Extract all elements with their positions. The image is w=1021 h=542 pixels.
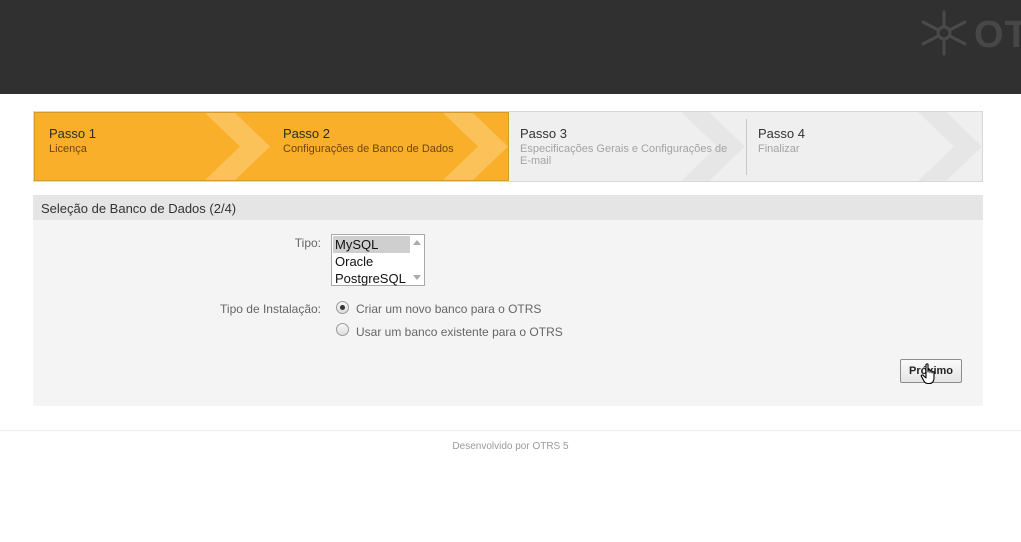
scroll-down-arrow-icon[interactable] [413, 275, 421, 280]
otrs-logo: OTRS [918, 8, 1021, 58]
scroll-up-arrow-icon[interactable] [413, 240, 421, 245]
step-title: Passo 4 [758, 126, 805, 141]
step-2: Passo 2 Configurações de Banco de Dados [272, 112, 509, 181]
top-header: OTRS [0, 0, 1021, 94]
select-scrollbar[interactable] [410, 235, 424, 285]
panel-title: Seleção de Banco de Dados (2/4) [41, 201, 237, 216]
radio-use-existing-db-label[interactable]: Usar um banco existente para o OTRS [356, 325, 563, 339]
panel-header: Seleção de Banco de Dados (2/4) [33, 195, 983, 220]
database-type-select[interactable]: MySQL Oracle PostgreSQL [331, 234, 425, 286]
wizard-steps: Passo 1 Licença Passo 2 Configurações de… [33, 111, 983, 182]
step-subtitle-line1: Especificações Gerais e Configurações de [520, 143, 728, 155]
radio-create-new-db[interactable] [336, 301, 349, 314]
step-subtitle: Licença [49, 143, 87, 155]
step-3: Passo 3 Especificações Gerais e Configur… [509, 112, 746, 181]
step-subtitle: Finalizar [758, 143, 800, 155]
step-title: Passo 2 [283, 126, 330, 141]
step-subtitle: Configurações de Banco de Dados [283, 143, 454, 155]
radio-create-new-db-label[interactable]: Criar um novo banco para o OTRS [356, 302, 541, 316]
step-title: Passo 3 [520, 126, 567, 141]
radio-use-existing-db[interactable] [336, 323, 349, 336]
hand-pointer-icon [920, 363, 935, 385]
db-option-oracle[interactable]: Oracle [333, 253, 410, 270]
step-subtitle-line2: E-mail [520, 155, 552, 167]
db-option-mysql[interactable]: MySQL [333, 236, 410, 253]
install-type-label: Tipo de Instalação: [220, 302, 321, 316]
type-label: Tipo: [294, 236, 321, 250]
otrs-asterisk-icon [921, 10, 967, 56]
step-1: Passo 1 Licença [34, 112, 272, 181]
step-title: Passo 1 [49, 126, 96, 141]
db-option-postgresql[interactable]: PostgreSQL [333, 270, 410, 287]
database-selection-panel: Seleção de Banco de Dados (2/4) Tipo: My… [33, 195, 983, 406]
step-4: Passo 4 Finalizar [746, 112, 982, 181]
footer-divider [0, 430, 1021, 431]
logo-text: OTRS [974, 14, 1021, 56]
footer-credit: Desenvolvido por OTRS 5 [452, 441, 569, 452]
